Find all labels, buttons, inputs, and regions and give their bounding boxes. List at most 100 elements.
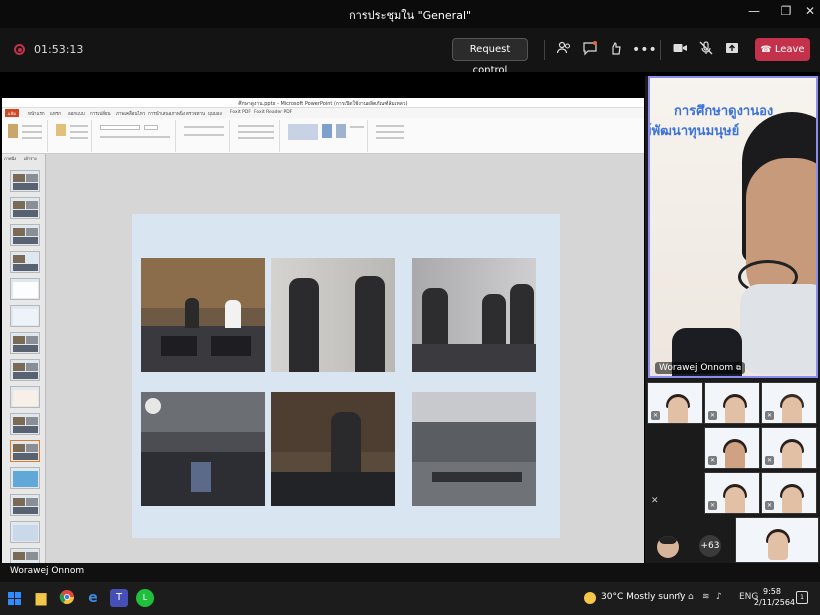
chevron-up-icon[interactable]: ^ bbox=[676, 592, 684, 602]
ribbon-group-editing bbox=[372, 120, 412, 152]
tab-slideshow[interactable]: การนำเสนอภาพนิ่ง bbox=[148, 110, 185, 117]
slide-thumbnail[interactable] bbox=[10, 467, 40, 489]
more-options-icon[interactable]: ••• bbox=[632, 40, 657, 60]
ribbon-item[interactable] bbox=[70, 131, 88, 133]
chat-icon[interactable] bbox=[580, 40, 600, 60]
select-button[interactable] bbox=[376, 137, 404, 139]
leave-button[interactable]: ☎ Leave bbox=[755, 38, 810, 61]
ribbon-item[interactable] bbox=[70, 137, 88, 139]
minimize-icon[interactable]: — bbox=[744, 4, 764, 18]
slide-thumbnail[interactable] bbox=[10, 359, 40, 381]
current-slide[interactable] bbox=[132, 214, 560, 538]
slide-thumbnail[interactable] bbox=[10, 278, 40, 300]
teams-icon[interactable]: T bbox=[110, 589, 128, 607]
notification-icon[interactable]: 1 bbox=[796, 591, 808, 604]
participant-tile[interactable]: ✕ bbox=[761, 472, 817, 514]
font-name-select[interactable] bbox=[100, 125, 140, 130]
participant-tile[interactable]: ✕ bbox=[704, 427, 760, 469]
camera-icon[interactable] bbox=[670, 40, 690, 60]
find-button[interactable] bbox=[376, 125, 404, 127]
people-icon[interactable] bbox=[554, 40, 574, 60]
ribbon-item[interactable] bbox=[350, 126, 364, 128]
meeting-timer: 01:53:13 bbox=[34, 43, 84, 56]
mic-muted-icon[interactable] bbox=[696, 40, 716, 60]
slide-thumbnail[interactable] bbox=[10, 521, 40, 543]
quick-styles-icon[interactable] bbox=[336, 124, 346, 138]
screen-share-indicator-icon: ⧉ bbox=[736, 364, 741, 372]
participant-tile[interactable]: ✕ bbox=[647, 382, 703, 424]
ribbon-item[interactable] bbox=[238, 137, 274, 139]
ribbon-item[interactable] bbox=[70, 125, 88, 127]
font-size-select[interactable] bbox=[144, 125, 158, 130]
participant-tile[interactable]: ✕ bbox=[704, 472, 760, 514]
ribbon-item[interactable] bbox=[184, 126, 224, 128]
close-icon[interactable]: ✕ bbox=[800, 4, 820, 18]
ribbon-item[interactable] bbox=[238, 125, 274, 127]
ribbon-item[interactable] bbox=[22, 131, 42, 133]
participant-tile[interactable]: ✕ bbox=[704, 382, 760, 424]
slide-thumbnail[interactable] bbox=[10, 197, 40, 219]
more-participants-badge[interactable]: +63 bbox=[699, 535, 721, 557]
tab-outline[interactable]: เค้าร่าง bbox=[24, 155, 37, 162]
taskbar: ▆ e T L 30°C Mostly sunny ^ ⌂ ≋ ♪ ENG 9:… bbox=[0, 582, 820, 615]
ribbon-item[interactable] bbox=[184, 134, 224, 136]
slide-thumbnail[interactable] bbox=[10, 332, 40, 354]
weather-widget[interactable]: 30°C Mostly sunny bbox=[601, 592, 685, 602]
tab-design[interactable]: ออกแบบ bbox=[68, 110, 85, 117]
tab-home[interactable]: หน้าแรก bbox=[28, 110, 45, 117]
participant-tile[interactable]: ✕ bbox=[761, 382, 817, 424]
ribbon-item[interactable] bbox=[22, 125, 42, 127]
wifi-icon[interactable]: ≋ bbox=[702, 592, 710, 602]
share-screen-icon[interactable] bbox=[722, 40, 742, 60]
speaker-banner-line2: ย์พัฒนาทุนมนุษย์ bbox=[648, 124, 740, 139]
slide-photo bbox=[412, 392, 536, 506]
slide-thumbnail[interactable] bbox=[10, 170, 40, 192]
slide-thumbnail[interactable] bbox=[10, 224, 40, 246]
volume-icon[interactable]: ♪ bbox=[716, 592, 722, 602]
edge-icon[interactable]: e bbox=[84, 589, 102, 607]
participant-tile[interactable]: ✕ bbox=[761, 427, 817, 469]
ribbon-group-text-direction bbox=[234, 120, 280, 152]
slide-thumbnail[interactable] bbox=[10, 386, 40, 408]
tab-animations[interactable]: ภาพเคลื่อนไหว bbox=[116, 110, 145, 117]
participant-tile[interactable] bbox=[735, 517, 819, 563]
arrange-icon[interactable] bbox=[322, 124, 332, 138]
slide-thumbnail[interactable] bbox=[10, 251, 40, 273]
windows-start-icon[interactable] bbox=[8, 592, 22, 606]
file-explorer-icon[interactable]: ▆ bbox=[32, 589, 50, 607]
paste-icon[interactable] bbox=[8, 124, 18, 138]
slide-thumbnail-selected[interactable] bbox=[10, 440, 40, 462]
clock[interactable]: 9:58 2/11/2564 bbox=[754, 586, 795, 608]
slide-thumbnail[interactable] bbox=[10, 413, 40, 435]
network-icon[interactable]: ⌂ bbox=[688, 592, 694, 602]
presenter-bar: Worawej Onnom bbox=[0, 563, 820, 582]
request-control-button[interactable]: Request control bbox=[452, 38, 528, 76]
file-tab[interactable]: แฟ้ม bbox=[5, 109, 19, 117]
line-icon[interactable]: L bbox=[136, 589, 154, 607]
replace-button[interactable] bbox=[376, 131, 404, 133]
tab-review[interactable]: ตรวจทาน bbox=[186, 110, 205, 117]
tab-foxit-reader-pdf[interactable]: Foxit Reader PDF bbox=[254, 110, 292, 115]
tab-foxit-pdf[interactable]: Foxit PDF bbox=[230, 110, 251, 115]
mic-muted-icon: ✕ bbox=[651, 411, 660, 420]
ribbon bbox=[2, 118, 644, 154]
ribbon-item[interactable] bbox=[238, 131, 274, 133]
shapes-gallery[interactable] bbox=[288, 124, 318, 140]
tab-view[interactable]: มุมมอง bbox=[208, 110, 222, 117]
chrome-icon[interactable] bbox=[58, 589, 76, 607]
participant-avatar[interactable] bbox=[657, 536, 679, 558]
tab-slides[interactable]: ภาพนิ่ง bbox=[4, 155, 16, 162]
font-format-row[interactable] bbox=[100, 136, 170, 138]
ribbon-item[interactable] bbox=[22, 137, 42, 139]
speaker-video[interactable]: การศึกษาดูงานอง ย์พัฒนาทุนมนุษย์ Worawej… bbox=[648, 76, 818, 378]
restore-icon[interactable]: ❐ bbox=[776, 4, 796, 18]
new-slide-icon[interactable] bbox=[56, 124, 66, 136]
powerpoint-title: ศึกษาดูงาน.pptx - Microsoft PowerPoint (… bbox=[238, 101, 408, 107]
slide-thumbnail[interactable] bbox=[10, 305, 40, 327]
mic-muted-icon: ✕ bbox=[765, 501, 774, 510]
tab-insert[interactable]: แทรก bbox=[50, 110, 61, 117]
slide-thumbnail[interactable] bbox=[10, 494, 40, 516]
reactions-icon[interactable] bbox=[606, 40, 626, 60]
tab-transitions[interactable]: การเปลี่ยน bbox=[90, 110, 111, 117]
participants-pane: การศึกษาดูงานอง ย์พัฒนาทุนมนุษย์ Worawej… bbox=[645, 76, 820, 563]
